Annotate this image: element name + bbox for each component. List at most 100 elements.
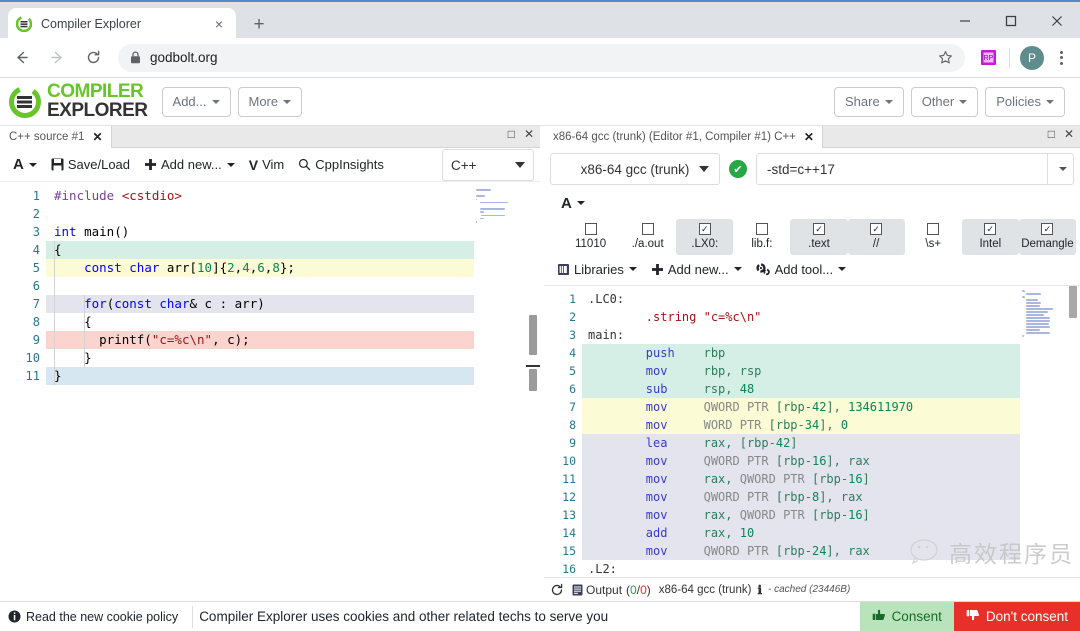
assembly-line[interactable]: 4 push rbp (544, 344, 1020, 362)
maximize-icon[interactable]: □ (1048, 128, 1055, 140)
star-icon[interactable] (938, 50, 953, 65)
checkbox[interactable]: ✓ (870, 223, 883, 235)
maximize-icon[interactable] (988, 2, 1034, 40)
code-line[interactable]: 5 const char arr[10]{2,4,6,8}; (0, 259, 474, 277)
code-line[interactable]: 11} (0, 367, 474, 385)
assembly-line[interactable]: 5 mov rbp, rsp (544, 362, 1020, 380)
code-line[interactable]: 3 int main() (0, 223, 474, 241)
assembly-line[interactable]: 14 add rax, 10 (544, 524, 1020, 542)
close-icon[interactable]: ✕ (92, 131, 102, 143)
checkbox[interactable] (584, 223, 597, 235)
source-code-editor[interactable]: 1 #include <cstdio> 2 3 int main() 4{5 const … (0, 183, 540, 601)
avatar[interactable]: P (1020, 45, 1044, 70)
code-line[interactable]: 7 for(const char& c : arr) (0, 295, 474, 313)
filter-directives[interactable]: ✓ .text (790, 219, 848, 255)
cookie-policy-link[interactable]: Read the new cookie policy (0, 610, 186, 624)
nav-add-button[interactable]: Add... (161, 86, 231, 117)
code-line[interactable]: 2 (0, 205, 474, 223)
kebab-menu-icon[interactable] (1048, 45, 1074, 71)
compiler-options-input[interactable]: -std=c++17 (756, 153, 1048, 185)
libraries-button[interactable]: Libraries (550, 256, 644, 282)
filter-execute[interactable]: ./a.out (619, 219, 676, 255)
new-tab-button[interactable]: + (246, 11, 272, 37)
checkbox[interactable] (641, 223, 654, 235)
address-bar[interactable]: godbolt.org (118, 43, 965, 72)
checkbox[interactable]: ✓ (1041, 223, 1054, 235)
assembly-line[interactable]: 1 .LC0: (544, 290, 1020, 308)
font-size-button[interactable]: A (6, 152, 44, 178)
code-line[interactable]: 1 #include <cstdio> (0, 187, 474, 205)
share-button[interactable]: Share (833, 86, 904, 117)
assembly-line[interactable]: 12 mov QWORD PTR [rbp-8], rax (544, 488, 1020, 506)
back-arrow-icon[interactable] (6, 43, 36, 73)
assembly-line[interactable]: 13 mov rax, QWORD PTR [rbp-16] (544, 506, 1020, 524)
assembly-line[interactable]: 8 mov WORD PTR [rbp-34], 0 (544, 416, 1020, 434)
minimize-icon[interactable] (942, 2, 988, 40)
assembly-line[interactable]: 3 main: (544, 326, 1020, 344)
nav-more-button[interactable]: More (237, 86, 303, 117)
compiler-font-size-button[interactable]: A (554, 190, 592, 216)
add-tool-button[interactable]: Add tool... (749, 256, 854, 282)
filter-labels[interactable]: ✓ .LX0: (676, 219, 734, 255)
extension-icon[interactable]: RP (977, 47, 999, 69)
close-icon[interactable]: ✕ (524, 128, 534, 140)
assembly-line[interactable]: 2 .string "c=%c\n" (544, 308, 1020, 326)
close-icon[interactable]: ✕ (1064, 128, 1074, 140)
other-button[interactable]: Other (910, 86, 979, 117)
editor-minimap[interactable] (474, 183, 526, 601)
editor-add-new-button[interactable]: Add new... (137, 152, 242, 178)
checkbox[interactable] (927, 223, 940, 235)
dont-consent-button[interactable]: Don't consent (953, 601, 1080, 631)
filter-intel-syntax[interactable]: ✓ Intel (961, 219, 1019, 255)
assembly-minimap[interactable] (1020, 286, 1068, 577)
assembly-line[interactable]: 9 lea rax, [rbp-42] (544, 434, 1020, 452)
editor-pane-tab[interactable]: C++ source #1 ✕ (0, 126, 112, 148)
assembly-line[interactable]: 10 mov QWORD PTR [rbp-16], rax (544, 452, 1020, 470)
reload-icon[interactable] (550, 583, 564, 597)
filter-demangle[interactable]: ✓ Demangle (1018, 219, 1076, 255)
editor-scrollbar[interactable] (526, 183, 540, 601)
compiler-add-new-button[interactable]: Add new... (644, 256, 749, 282)
compiler-options-dropdown[interactable] (1048, 153, 1074, 185)
filter-trim-whitespace[interactable]: \s+ (905, 219, 962, 255)
assembly-line[interactable]: 7 mov QWORD PTR [rbp-42], 134611970 (544, 398, 1020, 416)
output-label[interactable]: Output (586, 583, 622, 597)
close-icon[interactable]: ✕ (804, 131, 814, 143)
cppinsights-button[interactable]: CppInsights (291, 152, 391, 178)
assembly-line[interactable]: 16 .L2: (544, 560, 1020, 577)
code-line[interactable]: 9 printf("c=%c\n", c); (0, 331, 474, 349)
close-icon[interactable] (1034, 2, 1080, 40)
checkbox[interactable]: ✓ (812, 223, 825, 235)
tab-close-icon[interactable]: × (210, 15, 228, 33)
checkbox[interactable]: ✓ (984, 223, 997, 235)
code-line[interactable]: 6 (0, 277, 474, 295)
filter-binary[interactable]: 11010 (562, 219, 619, 255)
code-line[interactable]: 10 } (0, 349, 474, 367)
assembly-scrollbar-thumb[interactable] (1069, 286, 1077, 318)
assembly-scrollbar[interactable] (1068, 286, 1080, 577)
consent-button[interactable]: Consent (859, 601, 954, 631)
assembly-output[interactable]: 1 .LC0: 2 .string "c=%c\n" 3 main: 4 push rbp… (544, 285, 1080, 577)
vim-button[interactable]: V Vim (242, 152, 292, 178)
compiler-explorer-logo[interactable]: COMPILER EXPLORER (8, 82, 148, 120)
browser-tab[interactable]: Compiler Explorer × (8, 8, 236, 40)
compiler-picker[interactable]: x86-64 gcc (trunk) (550, 153, 720, 185)
code-line[interactable]: 8 { (0, 313, 474, 331)
checkbox[interactable] (755, 223, 768, 235)
editor-scrollbar-thumb[interactable] (529, 315, 537, 355)
language-select[interactable]: C++ (442, 149, 534, 181)
assembly-line[interactable]: 15 mov QWORD PTR [rbp-24], rax (544, 542, 1020, 560)
info-icon[interactable]: ℹ (757, 583, 762, 597)
filter-comments[interactable]: ✓ // (847, 219, 905, 255)
checkbox[interactable]: ✓ (698, 223, 711, 235)
policies-button[interactable]: Policies (985, 86, 1065, 117)
assembly-line[interactable]: 6 sub rsp, 48 (544, 380, 1020, 398)
save-load-button[interactable]: Save/Load (44, 152, 137, 178)
compiler-pane-tab[interactable]: x86-64 gcc (trunk) (Editor #1, Compiler … (544, 126, 823, 148)
code-line[interactable]: 4{ (0, 241, 474, 259)
editor-scrollbar-thumb-2[interactable] (529, 369, 537, 391)
assembly-line[interactable]: 11 mov rax, QWORD PTR [rbp-16] (544, 470, 1020, 488)
maximize-icon[interactable]: □ (508, 128, 515, 140)
filter-library-functions[interactable]: lib.f: (733, 219, 790, 255)
reload-icon[interactable] (78, 43, 108, 73)
